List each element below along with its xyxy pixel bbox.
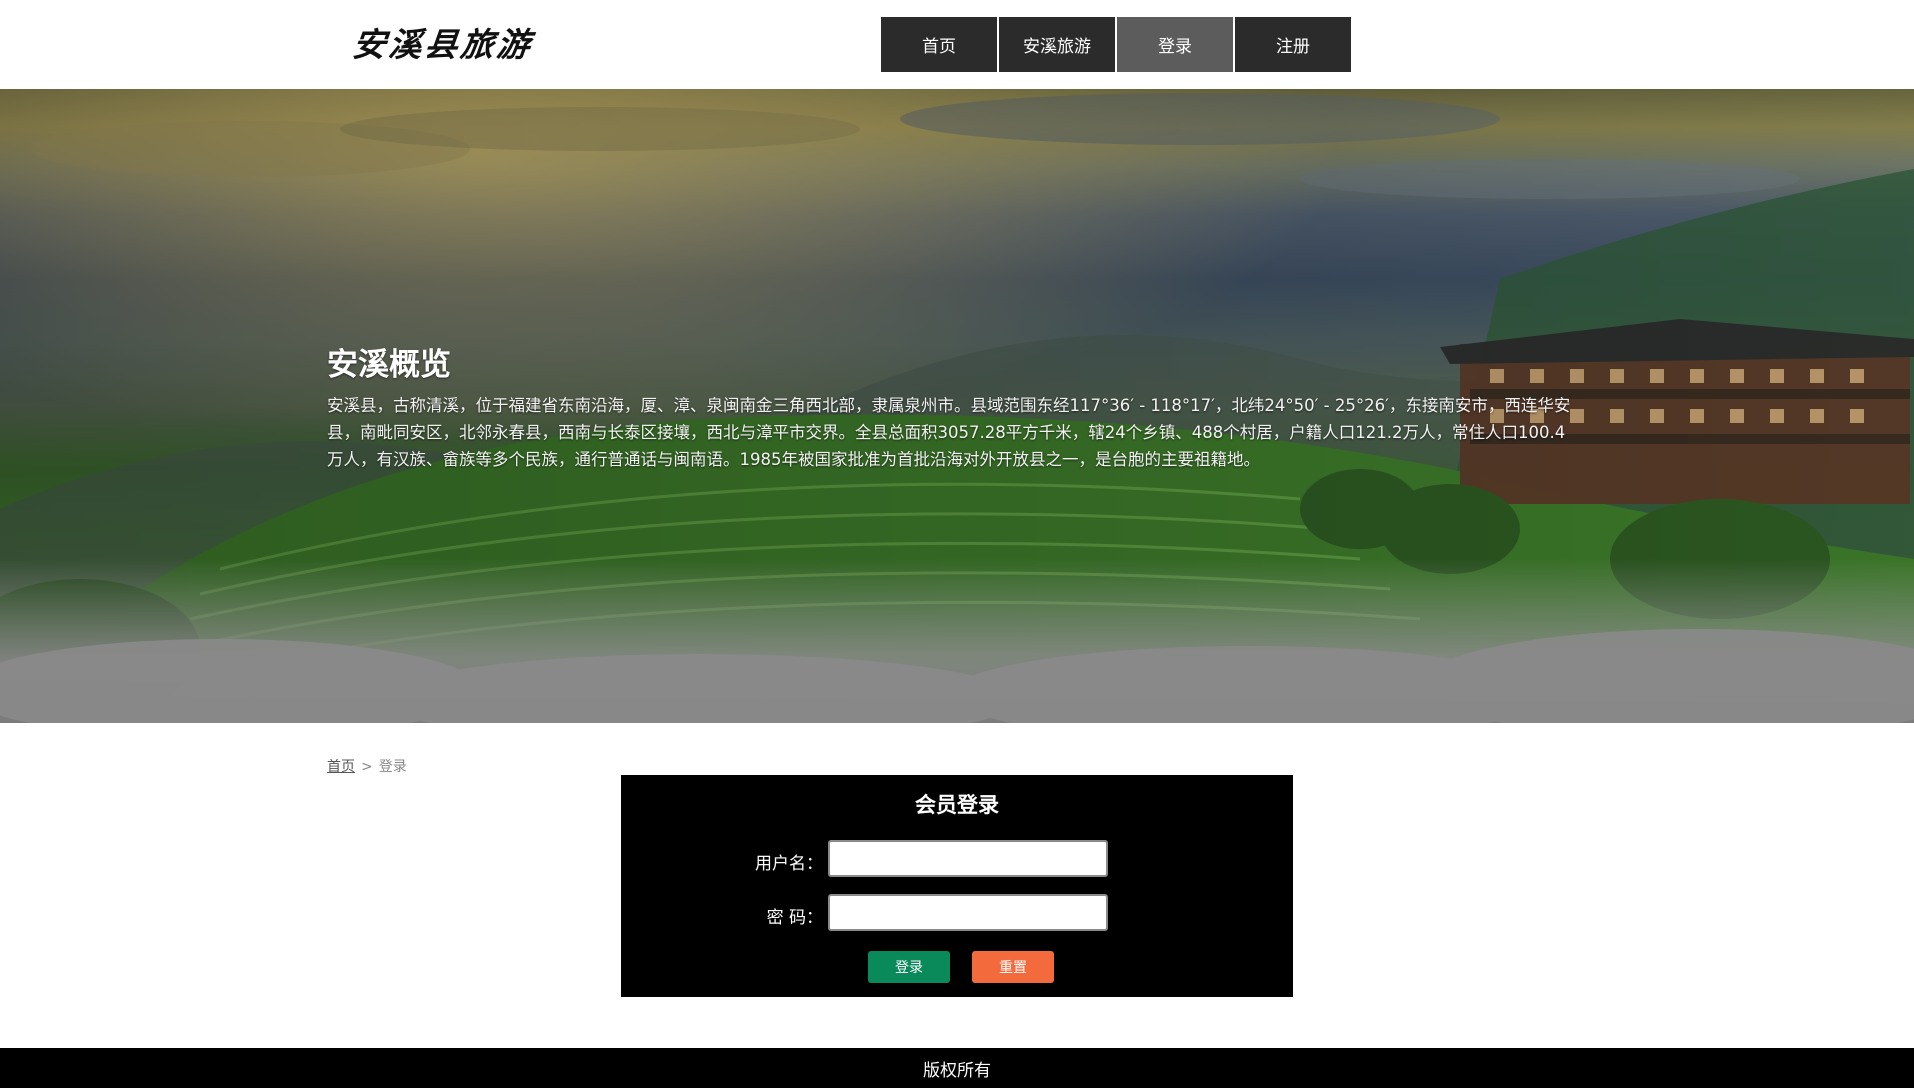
login-button[interactable]: 登录: [868, 951, 950, 983]
password-label: 密 码：: [766, 908, 823, 928]
site-logo[interactable]: 安溪县旅游: [350, 18, 535, 66]
breadcrumb-current: 登录: [378, 759, 407, 775]
breadcrumb: 首页 > 登录: [327, 756, 407, 776]
hero-description: 安溪县，古称清溪，位于福建省东南沿海，厦、漳、泉闽南金三角西北部，隶属泉州市。县…: [327, 396, 1571, 469]
password-input[interactable]: [828, 894, 1108, 931]
copyright-text: 版权所有: [923, 1060, 991, 1081]
hero-overview: 安溪概览 安溪县，古称清溪，位于福建省东南沿海，厦、漳、泉闽南金三角西北部，隶属…: [327, 339, 1577, 473]
login-title: 会员登录: [915, 793, 999, 817]
main-nav: 首页 安溪旅游 登录 注册: [881, 17, 1351, 72]
username-row: 用户名：: [621, 840, 1293, 878]
site-footer: 版权所有: [0, 1048, 1914, 1088]
nav-item-home[interactable]: 首页: [881, 17, 997, 72]
username-label: 用户名：: [755, 854, 823, 874]
nav-item-login[interactable]: 登录: [1117, 17, 1233, 72]
password-row: 密 码：: [621, 894, 1293, 932]
breadcrumb-home-link[interactable]: 首页: [327, 759, 355, 775]
hero-banner: 安溪概览 安溪县，古称清溪，位于福建省东南沿海，厦、漳、泉闽南金三角西北部，隶属…: [0, 89, 1914, 723]
reset-button[interactable]: 重置: [972, 951, 1054, 983]
login-panel: 会员登录 用户名： 密 码： 登录 重置: [621, 775, 1293, 997]
username-input[interactable]: [828, 840, 1108, 877]
site-header: 安溪县旅游 首页 安溪旅游 登录 注册: [0, 0, 1914, 89]
nav-item-register[interactable]: 注册: [1235, 17, 1351, 72]
nav-item-anxi-tourism[interactable]: 安溪旅游: [999, 17, 1115, 72]
breadcrumb-separator: >: [361, 759, 373, 775]
hero-title: 安溪概览: [327, 347, 451, 383]
